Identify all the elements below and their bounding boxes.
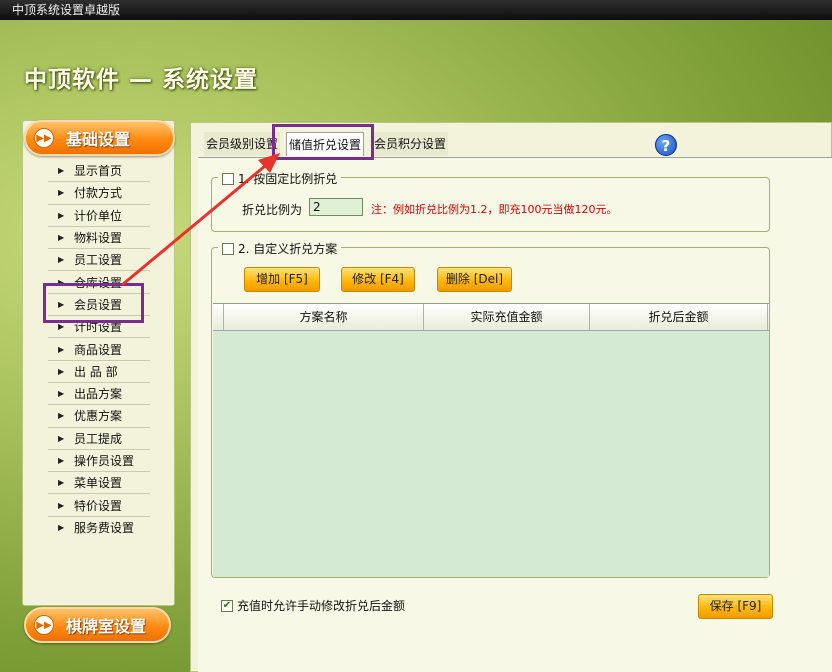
annotation-arrow bbox=[121, 153, 280, 287]
annotation-arrow-line bbox=[121, 164, 266, 287]
